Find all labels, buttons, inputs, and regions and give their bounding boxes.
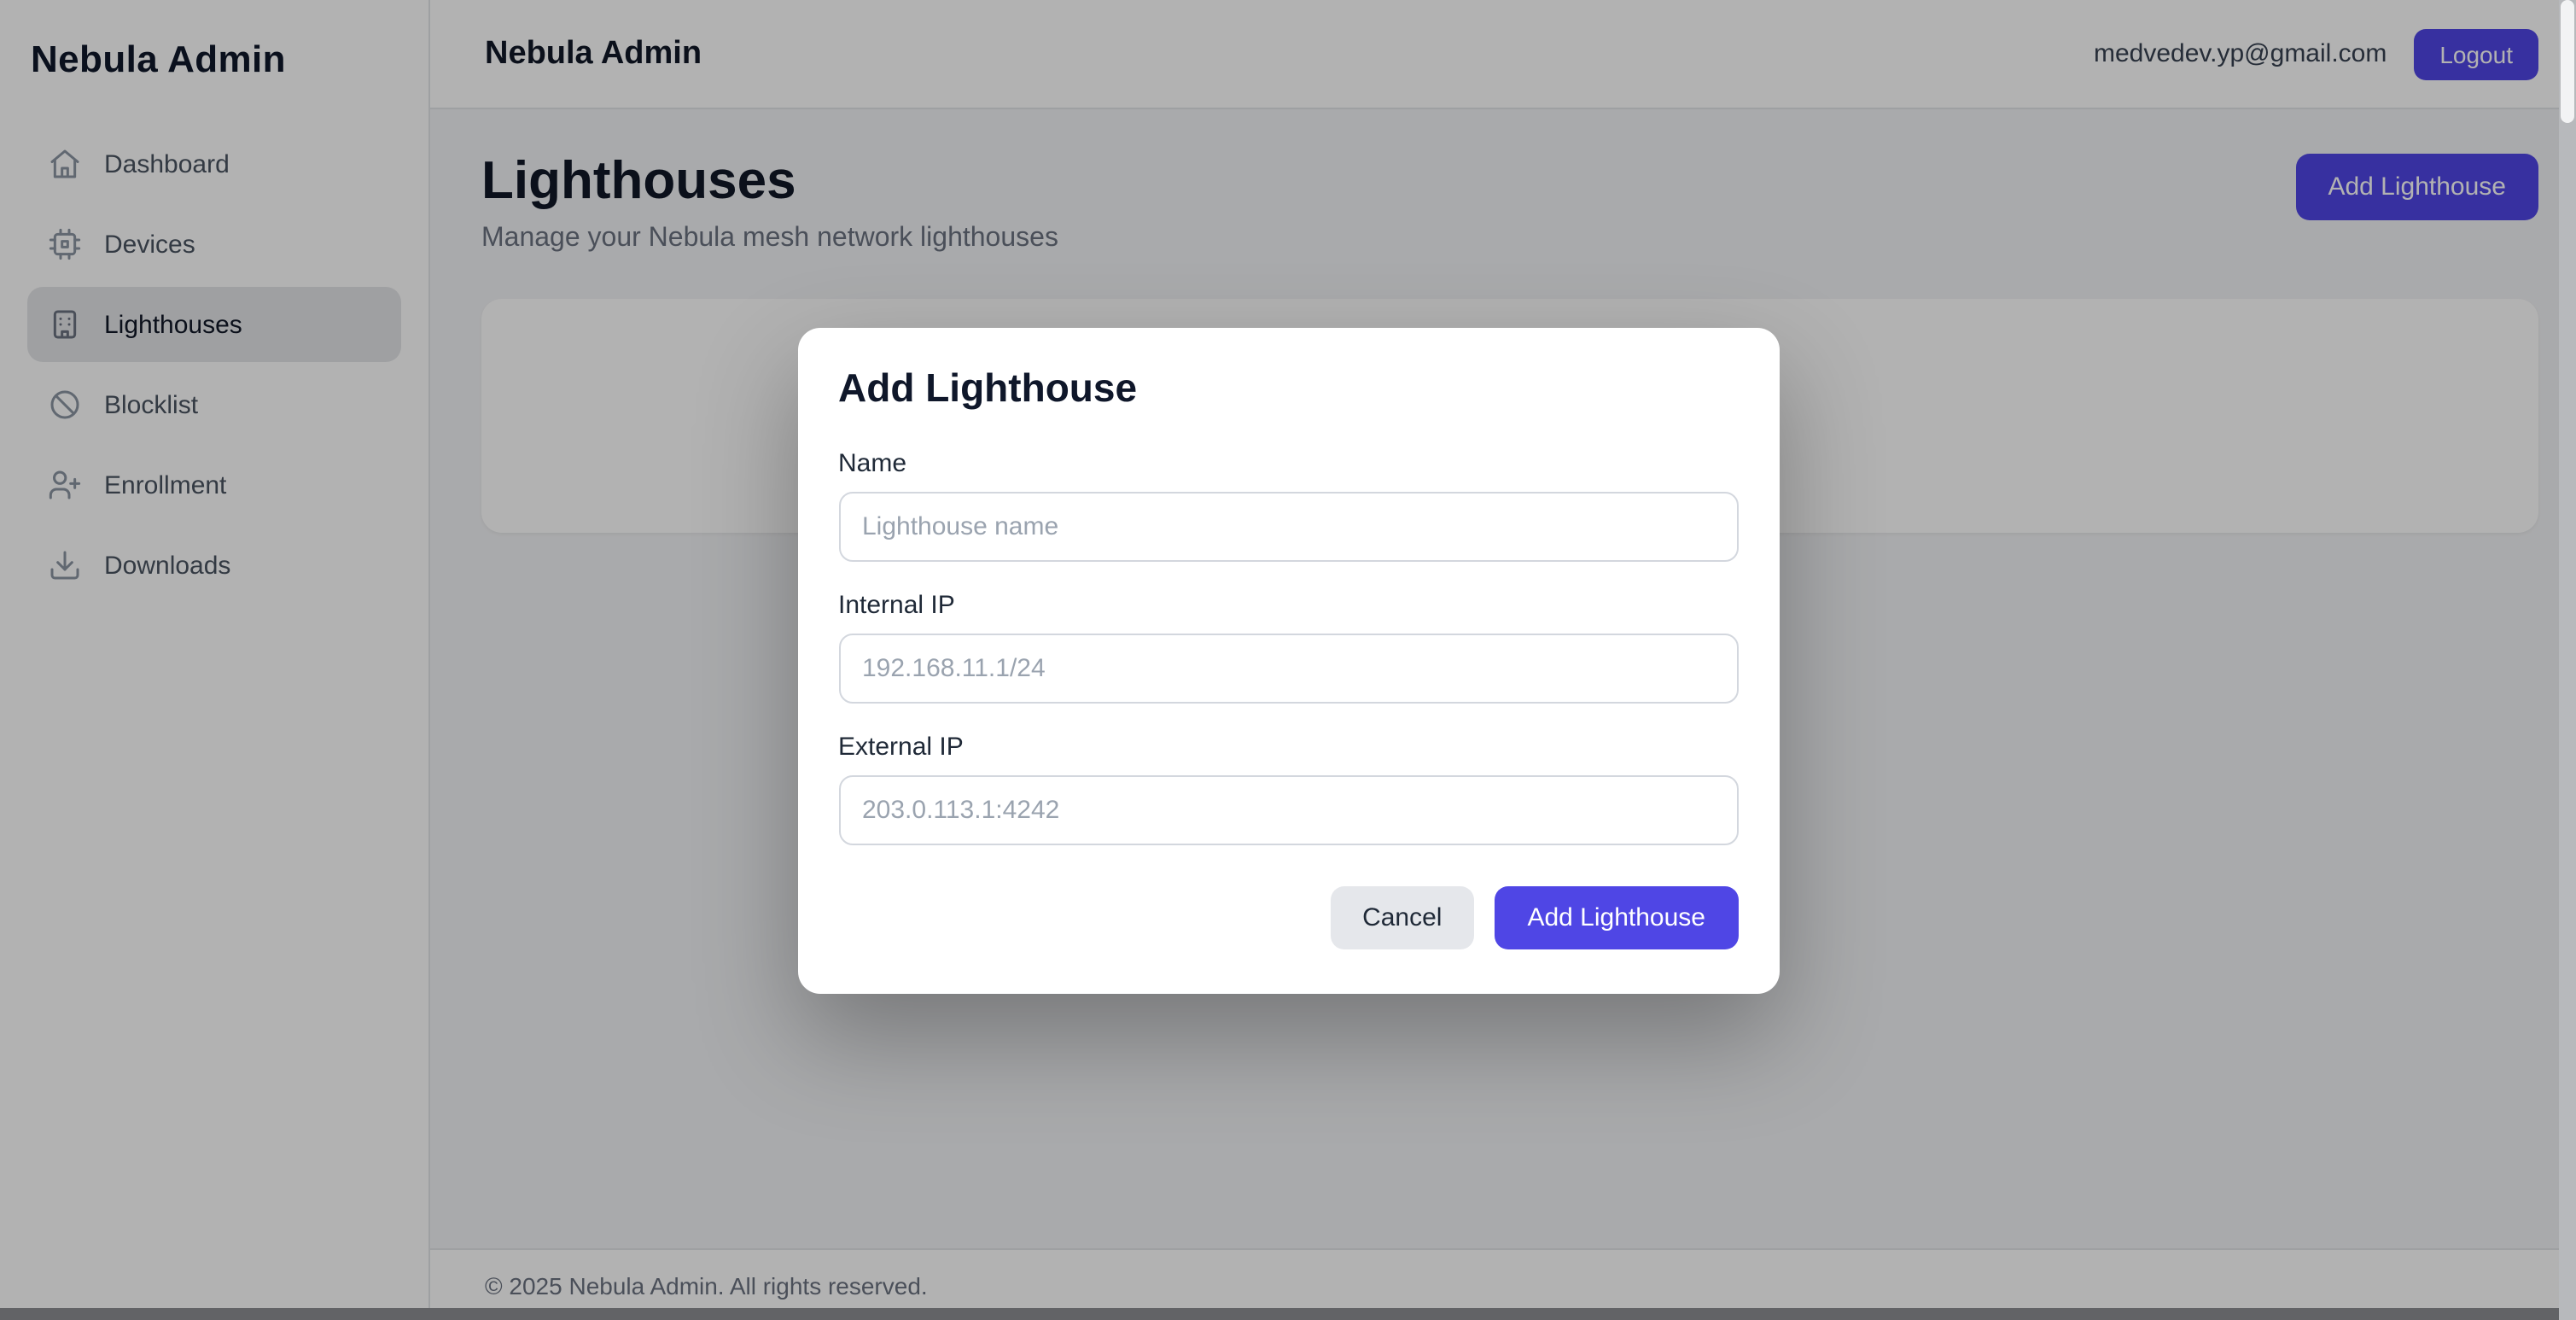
modal-actions: Cancel Add Lighthouse (838, 885, 1738, 949)
cancel-button[interactable]: Cancel (1330, 885, 1474, 949)
external-ip-input[interactable] (838, 774, 1738, 844)
external-ip-field-group: External IP (838, 732, 1738, 844)
name-field-group: Name (838, 448, 1738, 561)
modal-add-lighthouse-button[interactable]: Add Lighthouse (1495, 885, 1738, 949)
scrollbar-thumb[interactable] (2561, 0, 2574, 123)
internal-ip-input[interactable] (838, 633, 1738, 703)
scrollbar[interactable] (2559, 0, 2576, 1320)
external-ip-field-label: External IP (838, 732, 1738, 761)
name-input[interactable] (838, 491, 1738, 561)
internal-ip-field-group: Internal IP (838, 590, 1738, 703)
internal-ip-field-label: Internal IP (838, 590, 1738, 619)
modal-title: Add Lighthouse (838, 365, 1738, 411)
name-field-label: Name (838, 448, 1738, 477)
add-lighthouse-modal: Add Lighthouse Name Internal IP External… (797, 327, 1779, 993)
app-window: Nebula Admin Dashboard Devices (0, 0, 2576, 1320)
